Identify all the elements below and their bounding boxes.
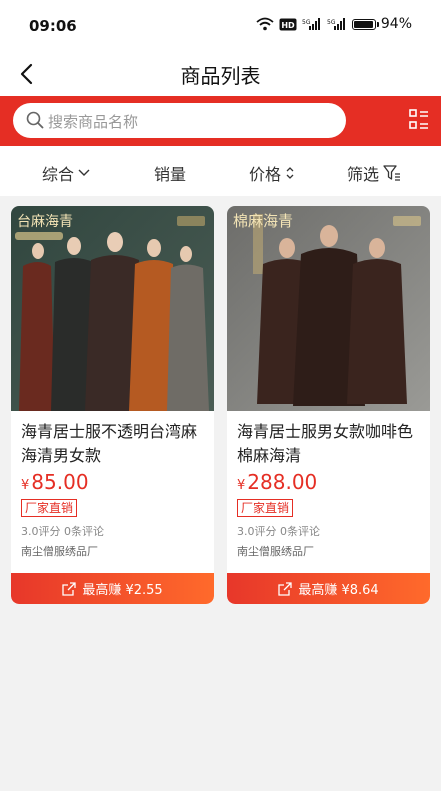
- filter-comprehensive[interactable]: 综合: [42, 161, 90, 185]
- rating-score: 3.0评分: [237, 525, 277, 538]
- nav-bar: 商品列表: [0, 52, 441, 96]
- review-count: 0条评论: [64, 525, 104, 538]
- signal-5g-icon: 5G: [302, 17, 322, 31]
- product-card[interactable]: 台麻海青 海青居士服不透明台湾麻海清男女款 ¥85.00 厂家直销 3.0评分 …: [11, 206, 214, 604]
- page-title: 商品列表: [180, 64, 261, 88]
- price-currency: ¥: [237, 478, 246, 493]
- earn-label: 最高赚 ¥2.55: [82, 583, 163, 598]
- rating-score: 3.0评分: [21, 525, 61, 538]
- filter-price[interactable]: 价格: [249, 161, 295, 185]
- shop-name: 南尘僧服绣品厂: [21, 545, 98, 558]
- signal-5g-icon-2: 5G: [327, 17, 347, 31]
- search-placeholder: 搜索商品名称: [48, 113, 139, 131]
- filter-label: 筛选: [347, 165, 380, 184]
- sort-icon: [286, 167, 294, 179]
- product-card[interactable]: 棉麻海青 海青居士服男女款咖啡色棉麻海清 ¥288.00 厂家直销 3.0评分 …: [227, 206, 430, 604]
- product-title[interactable]: 海青居士服男女款咖啡色棉麻海清: [237, 420, 425, 468]
- filter-sales[interactable]: 销量: [154, 161, 186, 185]
- factory-direct-badge: 厂家直销: [21, 499, 78, 517]
- product-image-text: 台麻海青: [17, 214, 73, 230]
- status-time: 09:06: [29, 17, 77, 35]
- status-icons: HD 5G 5G 94%: [256, 16, 412, 32]
- filter-screen[interactable]: 筛选: [347, 161, 401, 185]
- chevron-down-icon: [78, 169, 90, 176]
- product-rating: 3.0评分 0条评论: [21, 523, 104, 539]
- max-earn-button[interactable]: 最高赚 ¥2.55: [11, 573, 214, 604]
- product-price: ¥288.00: [237, 470, 317, 494]
- search-icon: [26, 111, 44, 133]
- filter-label: 综合: [42, 165, 75, 184]
- share-icon: [278, 581, 292, 596]
- layout-toggle-icon[interactable]: [409, 109, 429, 135]
- share-icon: [62, 581, 76, 596]
- shop-name: 南尘僧服绣品厂: [237, 545, 314, 558]
- search-input[interactable]: 搜索商品名称: [13, 103, 346, 138]
- status-bar: 09:06 HD 5G 5G 94%: [0, 0, 441, 52]
- product-price: ¥85.00: [21, 470, 89, 494]
- product-title[interactable]: 海青居士服不透明台湾麻海清男女款: [21, 420, 209, 468]
- product-image-text: 棉麻海青: [233, 212, 293, 230]
- net-label-2: 5G: [327, 19, 336, 26]
- search-bar: 搜索商品名称: [0, 96, 441, 146]
- battery-percent: 94%: [380, 16, 412, 32]
- net-label: 5G: [302, 19, 311, 26]
- hd-icon: HD: [279, 18, 297, 31]
- review-count: 0条评论: [280, 525, 320, 538]
- price-currency: ¥: [21, 478, 30, 493]
- battery-icon: [351, 18, 379, 30]
- funnel-icon: [383, 165, 401, 181]
- max-earn-button[interactable]: 最高赚 ¥8.64: [227, 573, 430, 604]
- product-image[interactable]: 台麻海青: [11, 206, 214, 411]
- wifi-icon: [256, 17, 274, 31]
- product-rating: 3.0评分 0条评论: [237, 523, 320, 539]
- price-value: 288.00: [247, 470, 318, 494]
- product-image[interactable]: 棉麻海青: [227, 206, 430, 411]
- hd-label: HD: [281, 21, 295, 30]
- filter-label: 销量: [154, 165, 187, 184]
- filter-label: 价格: [249, 165, 282, 184]
- factory-direct-badge: 厂家直销: [237, 499, 294, 517]
- price-value: 85.00: [31, 470, 89, 494]
- filter-bar: 综合 销量 价格 筛选: [0, 146, 441, 196]
- earn-label: 最高赚 ¥8.64: [298, 583, 379, 598]
